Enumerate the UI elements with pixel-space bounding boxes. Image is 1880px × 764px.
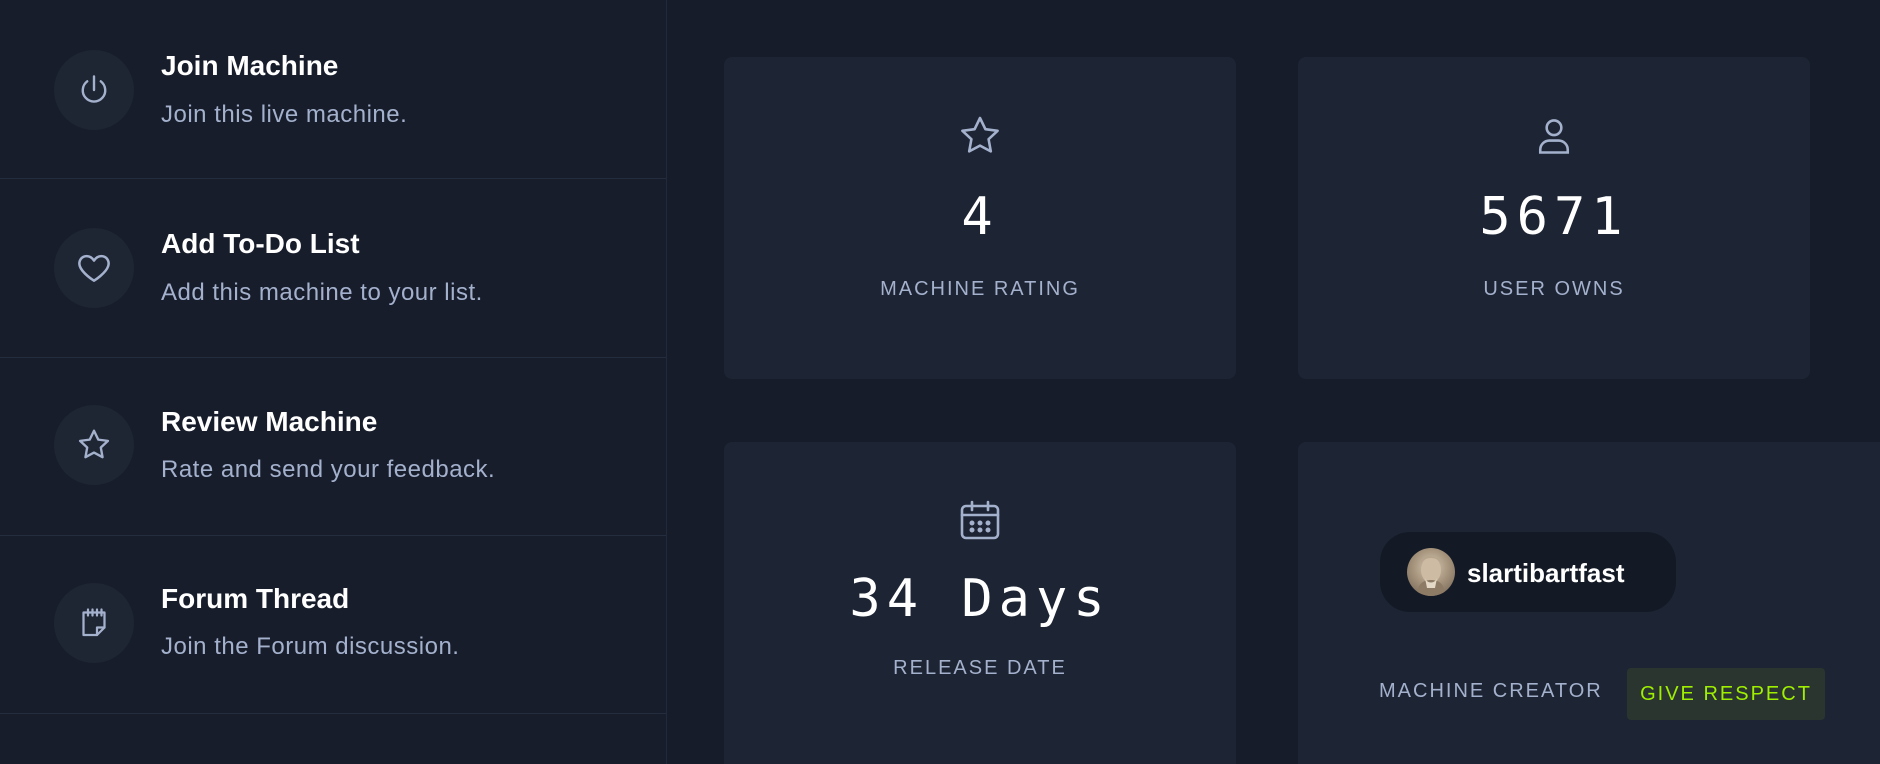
avatar [1407, 548, 1455, 596]
action-description: Join the Forum discussion. [161, 633, 460, 660]
release-date-card: 34 Days RELEASE DATE [724, 442, 1236, 764]
machine-creator-label: MACHINE CREATOR [1379, 680, 1603, 702]
give-respect-button[interactable]: GIVE RESPECT [1627, 668, 1825, 720]
add-todo-action[interactable]: Add To-Do List Add this machine to your … [0, 179, 666, 358]
review-machine-action[interactable]: Review Machine Rate and send your feedba… [0, 357, 666, 536]
action-title: Forum Thread [161, 583, 350, 614]
action-title: Review Machine [161, 406, 378, 437]
action-title: Join Machine [161, 50, 339, 81]
user-icon [1532, 114, 1576, 163]
join-machine-action[interactable]: Join Machine Join this live machine. [0, 0, 666, 179]
power-icon [54, 50, 134, 130]
machine-rating-card: 4 MACHINE RATING [724, 57, 1236, 379]
action-title: Add To-Do List [161, 228, 360, 259]
action-description: Rate and send your feedback. [161, 456, 496, 483]
machine-rating-label: MACHINE RATING [880, 278, 1080, 300]
machine-rating-value: 4 [961, 187, 999, 247]
action-description: Add this machine to your list. [161, 279, 483, 306]
calendar-icon [956, 496, 1004, 549]
release-date-label: RELEASE DATE [893, 657, 1067, 679]
creator-name: slartibartfast [1467, 558, 1625, 588]
user-owns-card: 5671 USER OWNS [1298, 57, 1810, 379]
action-description: Join this live machine. [161, 101, 408, 128]
creator-profile-chip[interactable]: slartibartfast [1380, 532, 1676, 612]
release-date-value: 34 Days [849, 569, 1111, 629]
star-icon [54, 405, 134, 485]
star-icon [956, 112, 1004, 165]
user-owns-label: USER OWNS [1483, 278, 1625, 300]
machine-overview: Join Machine Join this live machine. Add… [0, 0, 1880, 764]
notepad-icon [54, 583, 134, 663]
user-owns-value: 5671 [1479, 187, 1629, 247]
actions-sidebar: Join Machine Join this live machine. Add… [0, 0, 667, 764]
heart-icon [54, 228, 134, 308]
forum-thread-action[interactable]: Forum Thread Join the Forum discussion. [0, 535, 666, 714]
